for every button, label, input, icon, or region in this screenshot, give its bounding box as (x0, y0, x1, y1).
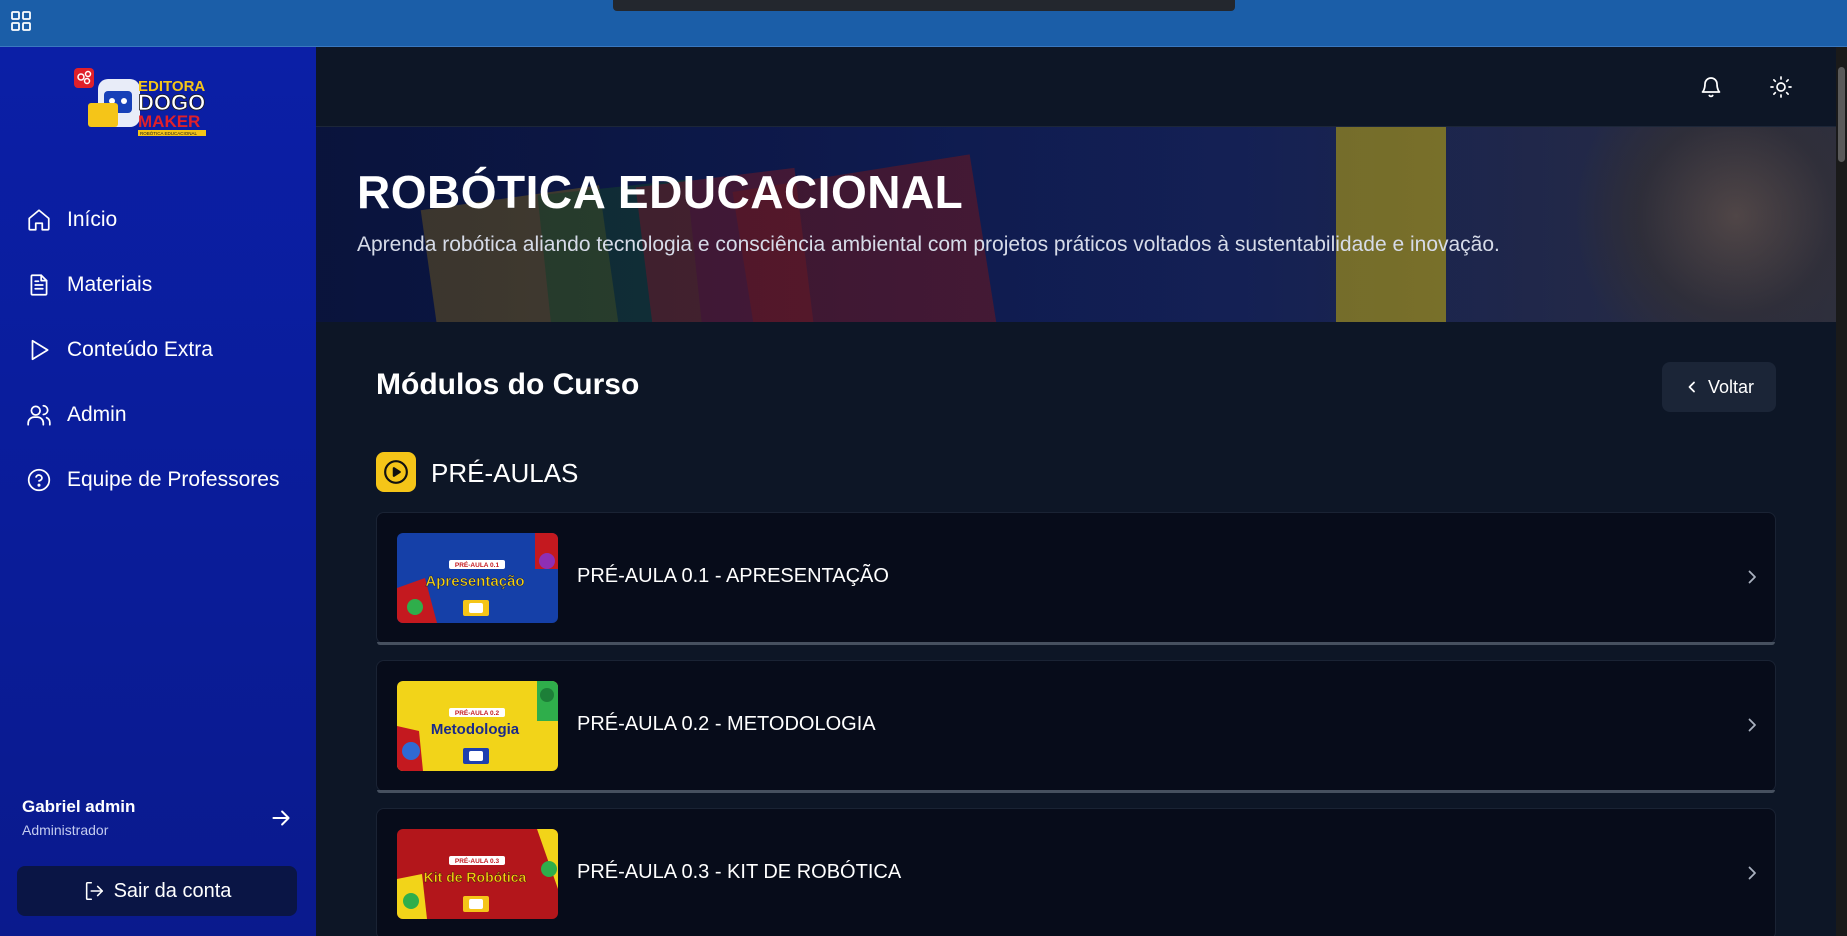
play-icon (31, 339, 49, 361)
lesson-title: PRÉ-AULA 0.3 - KIT DE ROBÓTICA (577, 861, 902, 883)
logout-icon (85, 881, 103, 901)
sidebar: EDITORA DOGO MAKER ROBÓTICA EDUCACIONAL … (0, 47, 316, 936)
svg-text:MAKER: MAKER (138, 112, 200, 131)
sidebar-item-equipe-de-professores[interactable]: Equipe de Professores (26, 462, 279, 498)
scrollbar-thumb[interactable] (1838, 67, 1845, 162)
lesson-card[interactable]: PRÉ-AULA 0.3 Kit de Robótica PRÉ-AULA 0.… (376, 808, 1776, 936)
users-icon (27, 404, 51, 426)
home-icon (28, 209, 50, 231)
module-play-icon (376, 452, 416, 492)
sidebar-item-label: Equipe de Professores (67, 468, 280, 491)
svg-text:Apresentação: Apresentação (425, 573, 524, 590)
back-label: Voltar (1707, 376, 1755, 397)
course-modules: Módulos do Curso Voltar PRÉ-AULAS PRÉ-AU… (316, 322, 1836, 936)
top-header (316, 47, 1836, 127)
user-name: Gabriel admin (22, 797, 136, 816)
chevron-left-icon (1688, 381, 1695, 393)
lesson-card[interactable]: PRÉ-AULA 0.2 Metodologia PRÉ-AULA 0.2 - … (376, 660, 1776, 793)
sidebar-item-label: Início (67, 208, 118, 231)
svg-text:PRÉ-AULA 0.1: PRÉ-AULA 0.1 (455, 560, 500, 569)
svg-text:Metodologia: Metodologia (431, 721, 520, 738)
sidebar-item-admin[interactable]: Admin (26, 397, 127, 433)
sidebar-item-label: Materiais (67, 273, 153, 296)
lesson-thumbnail: PRÉ-AULA 0.1 Apresentação (397, 533, 558, 623)
grid-icon[interactable] (11, 11, 31, 31)
lesson-card[interactable]: PRÉ-AULA 0.1 Apresentação PRÉ-AULA 0.1 -… (376, 512, 1776, 645)
window-notch (613, 0, 1235, 11)
bell-icon[interactable] (1699, 75, 1723, 99)
document-icon (30, 274, 48, 296)
svg-text:ROBÓTICA EDUCACIONAL: ROBÓTICA EDUCACIONAL (140, 130, 198, 136)
arrow-right-icon[interactable] (268, 805, 294, 831)
lesson-title: PRÉ-AULA 0.2 - METODOLOGIA (577, 713, 876, 735)
sidebar-item-label: Admin (67, 403, 127, 426)
course-subtitle: Aprenda robótica aliando tecnologia e co… (357, 233, 1500, 256)
sidebar-item-conteudo-extra[interactable]: Conteúdo Extra (26, 332, 213, 368)
svg-text:PRÉ-AULA 0.3: PRÉ-AULA 0.3 (455, 856, 500, 865)
page-scrollbar[interactable] (1836, 47, 1847, 936)
back-button[interactable]: Voltar (1662, 362, 1776, 412)
lesson-title: PRÉ-AULA 0.1 - APRESENTAÇÃO (577, 565, 889, 587)
sidebar-item-label: Conteúdo Extra (67, 338, 213, 361)
chevron-right-icon (1748, 866, 1756, 880)
lesson-thumbnail: PRÉ-AULA 0.3 Kit de Robótica (397, 829, 558, 919)
svg-text:PRÉ-AULA 0.2: PRÉ-AULA 0.2 (455, 708, 500, 717)
lesson-thumbnail: PRÉ-AULA 0.2 Metodologia (397, 681, 558, 771)
os-taskbar (0, 0, 1847, 47)
sidebar-item-inicio[interactable]: Início (26, 202, 117, 238)
module-title: PRÉ-AULAS (431, 458, 579, 488)
user-role: Administrador (22, 822, 109, 838)
logout-button[interactable]: Sair da conta (17, 866, 297, 916)
svg-text:Kit de Robótica: Kit de Robótica (424, 869, 527, 885)
help-circle-icon (27, 468, 51, 492)
editora-dogo-maker-logo[interactable]: EDITORA DOGO MAKER ROBÓTICA EDUCACIONAL (70, 65, 246, 149)
section-title: Módulos do Curso (376, 368, 640, 401)
chevron-right-icon (1748, 570, 1756, 584)
sun-icon[interactable] (1769, 75, 1793, 99)
course-hero-banner: ROBÓTICA EDUCACIONAL Aprenda robótica al… (316, 127, 1836, 322)
course-title: ROBÓTICA EDUCACIONAL (357, 166, 964, 218)
logout-label: Sair da conta (113, 879, 232, 902)
sidebar-item-materiais[interactable]: Materiais (26, 267, 152, 303)
chevron-right-icon (1748, 718, 1756, 732)
